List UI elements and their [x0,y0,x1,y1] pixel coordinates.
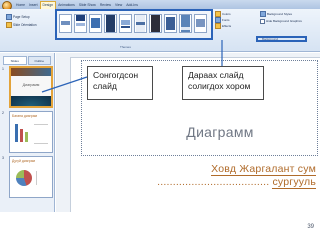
subtitle-dots: .................................... [157,176,270,188]
background-styles-button[interactable]: Background Styles [260,11,292,17]
slide-number: 1 [2,67,4,71]
tab-outline[interactable]: Outline [27,56,51,65]
pie-chart-icon [16,170,32,186]
checkbox-icon [260,18,265,24]
theme-thumbnail[interactable] [59,14,72,33]
page-number: 39 [307,224,314,230]
hide-background-label: Hide Background Graphics [266,19,302,23]
slide-orientation-button[interactable]: Slide Orientation [6,22,40,28]
thumb-footer-art [11,96,51,106]
page-setup-label: Page Setup [13,15,30,19]
page-setup-icon [6,14,12,20]
subtitle-text-1: Ховд Жаргалант сум [211,163,316,176]
slide-number: 2 [2,111,4,115]
callout-next-slide: Дараах слайд солигдох хором [182,66,264,100]
tab-slide-show[interactable]: Slide Show [77,1,98,9]
thumb-text-block [34,124,48,144]
thumb-banner [11,68,51,76]
hide-background-checkbox[interactable]: Hide Background Graphics [260,18,302,24]
colors-label: Colors [222,12,231,16]
tab-slides[interactable]: Slides [3,56,27,65]
slide-subtitle-line-1: Ховд Жаргалант сум [196,163,316,176]
tab-add-ins[interactable]: Add-Ins [124,1,140,9]
theme-thumbnail[interactable] [74,14,87,33]
slide-thumbnail-1[interactable]: Диаграмм [9,66,53,108]
slide-subtitle-line-2: .................................... сур… [111,176,316,189]
fonts-label: Fonts [222,18,230,22]
themes-group-label: Themes [120,45,131,49]
theme-thumbnail[interactable] [194,14,207,33]
bar-icon [20,129,23,142]
tab-insert[interactable]: Insert [27,1,39,9]
powerpoint-window: Home Insert Design Animations Slide Show… [0,0,320,212]
theme-thumbnail[interactable] [179,14,192,33]
slide-thumbnail-3[interactable]: Дугуй диаграм [9,156,53,198]
slide-title: Диаграмм [186,124,254,140]
bar-icon [25,132,28,142]
subtitle-text-2: сургууль [272,176,316,189]
pane-tabs: Slides Outline [3,56,51,65]
bar-icon [15,124,18,142]
background-styles-label: Background Styles [267,12,293,16]
slide-orientation-label: Slide Orientation [13,23,37,27]
theme-thumbnail[interactable] [149,14,162,33]
effects-label: Effects [222,24,232,28]
slide-thumbnail-2[interactable]: Багана диаграм [9,111,53,153]
theme-thumbnail[interactable] [134,14,147,33]
page-setup-button[interactable]: Page Setup [6,14,40,20]
effects-icon [215,23,221,29]
tab-design[interactable]: Design [39,1,57,9]
thumb-title: Диаграмм [22,83,40,87]
thumb-legend [36,171,48,185]
background-group-label: Background [262,37,279,41]
callout-selected-slide: Сонгогдсон слайд [87,66,153,100]
slide-number: 3 [2,156,4,160]
background-styles-icon [260,11,266,17]
theme-thumbnail[interactable] [89,14,102,33]
theme-thumbnail[interactable] [104,14,117,33]
tab-view[interactable]: View [113,1,124,9]
tab-animations[interactable]: Animations [56,1,77,9]
thumb-title: Багана диаграм [12,114,37,118]
tab-review[interactable]: Review [98,1,113,9]
tab-home[interactable]: Home [14,1,27,9]
slide-orientation-icon [6,22,12,28]
thumb-title: Дугуй диаграм [12,159,35,163]
ribbon-tabs: Home Insert Design Animations Slide Show… [14,1,140,9]
theme-thumbnail[interactable] [164,14,177,33]
theme-thumbnail[interactable] [119,14,132,33]
